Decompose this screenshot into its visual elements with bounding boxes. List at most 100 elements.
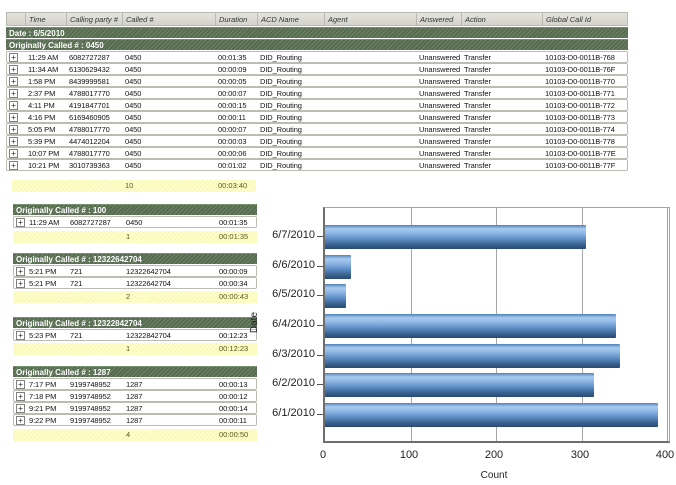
x-axis-tick-label: 300 [571,449,589,461]
table-row: +4:11 PM4191847701045000:00:15DID_Routin… [6,99,628,111]
summary-spacer [13,231,124,243]
expand-cell: + [6,159,26,171]
header-cell-answered[interactable]: Answered [417,12,462,26]
called-cell: 0450 [123,123,216,135]
time-cell: 5:05 PM [26,123,67,135]
summary-count: 2 [124,291,217,303]
agent-cell [325,159,417,171]
calling-cell: 4788017770 [67,147,123,159]
expand-cell: + [6,63,26,75]
expand-button[interactable]: + [9,125,18,134]
expand-cell: + [6,87,26,99]
header-cell-action[interactable]: Action [462,12,543,26]
summary-total-duration: 00:03:40 [216,180,256,192]
time-cell: 5:21 PM [27,265,68,277]
called-cell: 0450 [124,216,217,228]
global_call_id-cell: 10103-D0-0011B-768 [543,51,628,63]
time-cell: 5:21 PM [27,277,68,289]
called-cell: 0450 [123,111,216,123]
group-summary-row: 1000:03:40 [12,180,256,192]
answered-cell: Unanswered [417,147,462,159]
called-cell: 1287 [124,390,217,402]
table-row: +9:21 PM9199748952128700:00:14 [13,402,257,414]
agent-cell [325,99,417,111]
duration-cell: 00:00:11 [216,111,258,123]
expand-button[interactable]: + [16,218,25,227]
y-axis-label: 6/3/2010 [258,348,315,360]
summary-count: 10 [123,180,216,192]
calling-cell: 8439999581 [67,75,123,87]
group-summary-row: 100:12:23 [13,343,257,355]
summary-spacer [13,343,124,355]
group-header: Originally Called # : 12322642704 [13,253,257,264]
expand-button[interactable]: + [16,380,25,389]
expand-button[interactable]: + [9,137,18,146]
table-row: +5:05 PM4788017770045000:00:07DID_Routin… [6,123,628,135]
global_call_id-cell: 10103-D0-0011B-76F [543,63,628,75]
expand-button[interactable]: + [9,149,18,158]
time-cell: 7:17 PM [27,378,68,390]
expand-button[interactable]: + [16,279,25,288]
y-axis-tick [317,414,323,415]
answered-cell: Unanswered [417,75,462,87]
y-axis-tick [317,325,323,326]
bar-6-6-2010 [325,255,351,279]
time-cell: 11:29 AM [27,216,68,228]
expand-button[interactable]: + [9,65,18,74]
called-cell: 0450 [123,159,216,171]
expand-button[interactable]: + [9,53,18,62]
expand-cell: + [6,111,26,123]
time-cell: 10:21 PM [26,159,67,171]
global_call_id-cell: 10103-D0-0011B-77E [543,147,628,159]
header-cell-calling[interactable]: Calling party # [67,12,123,26]
called-cell: 1287 [124,402,217,414]
acd-cell: DID_Routing [258,111,325,123]
calling-cell: 721 [68,265,124,277]
expand-button[interactable]: + [16,331,25,340]
calling-cell: 721 [68,277,124,289]
duration-cell: 00:00:07 [216,123,258,135]
header-cell-agent[interactable]: Agent [325,12,417,26]
time-cell: 4:11 PM [26,99,67,111]
x-axis-tick-label: 100 [400,449,418,461]
agent-cell [325,111,417,123]
duration-cell: 00:00:07 [216,87,258,99]
answered-cell: Unanswered [417,123,462,135]
header-cell-called[interactable]: Called # [123,12,216,26]
summary-total-duration: 00:01:35 [217,231,257,243]
expand-cell: + [13,378,27,390]
expand-button[interactable]: + [9,113,18,122]
expand-button[interactable]: + [9,161,18,170]
expand-button[interactable]: + [9,77,18,86]
y-axis-label: 6/2/2010 [258,377,315,389]
summary-total-duration: 00:00:50 [217,429,257,441]
answered-cell: Unanswered [417,99,462,111]
group-header: Originally Called # : 12322842704 [13,317,257,328]
y-axis-label: 6/6/2010 [258,259,315,271]
expand-cell: + [13,414,27,426]
header-cell-global_call_id[interactable]: Global Call Id [543,12,628,26]
expand-button[interactable]: + [16,416,25,425]
table-row: +1:58 PM8439999581045000:00:05DID_Routin… [6,75,628,87]
expand-button[interactable]: + [16,267,25,276]
duration-cell: 00:01:02 [216,159,258,171]
expand-button[interactable]: + [9,101,18,110]
expand-button[interactable]: + [16,392,25,401]
time-cell: 1:58 PM [26,75,67,87]
calling-cell: 4788017770 [67,87,123,99]
time-cell: 4:16 PM [26,111,67,123]
agent-cell [325,63,417,75]
group-summary-row: 200:00:43 [13,291,257,303]
expand-button[interactable]: + [16,404,25,413]
expand-cell: + [6,135,26,147]
expand-cell: + [6,123,26,135]
time-cell: 9:21 PM [27,402,68,414]
header-cell-acd[interactable]: ACD Name [258,12,325,26]
expand-button[interactable]: + [9,89,18,98]
call-report-page: TimeCalling party #Called #DurationACD N… [0,0,676,485]
action-cell: Transfer [462,63,543,75]
acd-cell: DID_Routing [258,87,325,99]
duration-cell: 00:01:35 [217,216,257,228]
header-cell-duration[interactable]: Duration [216,12,258,26]
header-cell-time[interactable]: Time [26,12,67,26]
